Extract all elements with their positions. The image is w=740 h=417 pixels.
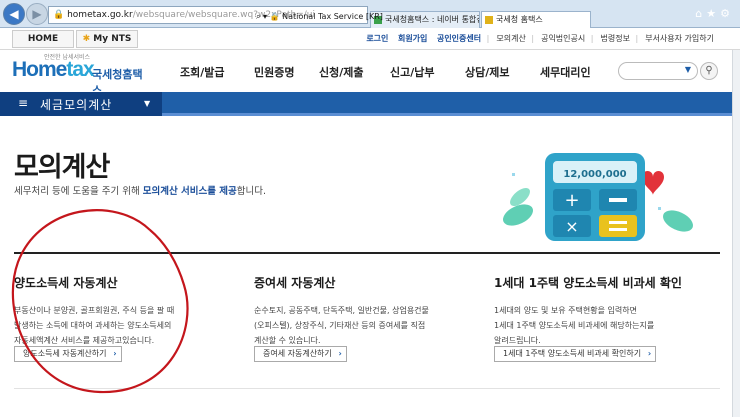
lock-icon: 🔒	[53, 10, 65, 20]
site-identity: ⌕ ▾ 🔒 National Tax Service [KR]	[256, 12, 383, 21]
logo-tax: tax	[66, 58, 94, 81]
equals-icon-bar	[609, 228, 627, 231]
desc-suffix: 합니다.	[236, 186, 266, 197]
section-description: 부동산이나 분양권, 골프회원권, 주식 등을 팔 때 발생하는 소득에 대하여…	[14, 306, 175, 345]
mock-calc-link[interactable]: 모의계산	[496, 34, 525, 43]
url-host: hometax.go.kr	[67, 10, 133, 20]
law-info-link[interactable]: 법령정보	[601, 34, 630, 43]
gift-tax-section: 증여세 자동계산 순수토지, 공동주택, 단독주택, 일반건물, 상업용건물 (…	[254, 274, 464, 348]
nav-consult-report[interactable]: 상담/제보	[465, 64, 510, 80]
times-icon: ×	[565, 217, 578, 236]
section-description: 1세대의 양도 및 보유 주택현황을 입력하면 1세대 1주택 양도소득세 비과…	[494, 306, 655, 345]
home-icon[interactable]: ⌂	[695, 7, 706, 20]
hometax-logo[interactable]: 안전한 납세서비스 Hometax 국세청홈택스	[12, 52, 152, 97]
plus-icon: +	[564, 190, 579, 211]
minus-icon	[609, 198, 627, 202]
tax-mock-calc-menu[interactable]: ≡ 세금모의계산 ▼	[0, 92, 162, 116]
vertical-scrollbar[interactable]	[732, 50, 740, 417]
nav-civil-certificates[interactable]: 민원증명	[254, 64, 294, 80]
footer-divider	[14, 388, 720, 389]
browser-tab-naver[interactable]: 국세청홈택스 : 네이버 통합검색	[370, 11, 480, 28]
my-nts-label: My NTS	[93, 34, 132, 44]
star-icon: ✱	[82, 34, 91, 44]
desc-highlight: 모의계산 서비스를 제공	[142, 186, 237, 197]
site-header: 안전한 납세서비스 Hometax 국세청홈택스 조회/발급 민원증명 신청/제…	[0, 50, 740, 97]
page-title: 모의계산	[14, 152, 110, 183]
settings-gear-icon[interactable]: ⚙	[720, 7, 734, 20]
search-icon[interactable]: ⚲	[700, 62, 718, 80]
hamburger-icon: ≡	[18, 96, 29, 110]
chevron-right-icon: ›	[647, 349, 652, 358]
one-house-exemption-section: 1세대 1주택 양도소득세 비과세 확인 1세대의 양도 및 보유 주택현황을 …	[494, 274, 724, 348]
chevron-down-icon: ▼	[144, 99, 151, 108]
forward-arrow-icon[interactable]: ▶	[26, 3, 48, 25]
nav-application-submission[interactable]: 신청/제출	[319, 64, 364, 80]
calculator-illustration: 12,000,000 + ×	[503, 153, 693, 241]
button-label: 증여세 자동계산하기	[263, 349, 332, 358]
heart-icon	[642, 171, 664, 195]
section-title: 증여세 자동계산	[254, 276, 336, 290]
page-description: 세무처리 등에 도움을 주기 위해 모의계산 서비스를 제공합니다.	[14, 183, 266, 197]
back-arrow-icon[interactable]: ◀	[3, 3, 25, 25]
section-title: 1세대 1주택 양도소득세 비과세 확인	[494, 276, 682, 290]
chevron-right-icon: ›	[338, 349, 342, 358]
calc-equals-key	[599, 215, 637, 237]
home-button[interactable]: HOME	[12, 30, 74, 48]
chevron-right-icon: ›	[113, 349, 117, 358]
logo-home: Home	[12, 58, 67, 81]
logo-wordmark: Hometax	[12, 58, 95, 82]
public-corp-link[interactable]: 공익법인공시	[541, 34, 585, 43]
section-title: 양도소득세 자동계산	[14, 276, 118, 290]
sub-nav-title: 세금모의계산	[40, 98, 113, 112]
utility-bar: HOME ✱ My NTS 로그인 회원가입 공인인증센터 | 모의계산 | 공익법…	[0, 28, 740, 50]
sparkle-icon	[658, 207, 661, 210]
button-label: 1세대 1주택 양도소득세 비과세 확인하기	[503, 349, 642, 358]
section-description: 순수토지, 공동주택, 단독주택, 일반건물, 상업용건물 (오피스텔), 상장…	[254, 306, 429, 345]
certificate-center-link[interactable]: 공인인증센터	[437, 34, 481, 43]
transfer-tax-section: 양도소득세 자동계산 부동산이나 분양권, 골프회원권, 주식 등을 팔 때 발…	[14, 274, 224, 348]
browser-tab-hometax[interactable]: 국세청 홈택스	[481, 11, 591, 28]
my-nts-button[interactable]: ✱ My NTS	[76, 30, 138, 48]
button-label: 양도소득세 자동계산하기	[23, 349, 107, 358]
sub-navigation-bar: ≡ 세금모의계산 ▼	[0, 92, 740, 116]
equals-icon	[609, 221, 627, 224]
transfer-tax-calc-button[interactable]: 양도소득세 자동계산하기 ›	[14, 346, 122, 362]
tab-label: 국세청홈택스 : 네이버 통합검색	[385, 15, 479, 24]
gift-tax-calc-button[interactable]: 증여세 자동계산하기 ›	[254, 346, 347, 362]
nav-filing-payment[interactable]: 신고/납부	[390, 64, 435, 80]
desc-prefix: 세무처리 등에 도움을 주기 위해	[14, 186, 143, 197]
browser-icons: ⌂★⚙	[695, 7, 734, 20]
search-input[interactable]: ▼	[618, 62, 698, 80]
tab-label: 국세청 홈택스	[496, 15, 543, 24]
favorites-star-icon[interactable]: ★	[706, 7, 720, 20]
login-link[interactable]: 로그인	[366, 34, 388, 43]
nav-tax-agent[interactable]: 세무대리인	[540, 64, 591, 80]
dropdown-arrow-icon: ▼	[684, 65, 691, 74]
one-house-exemption-button[interactable]: 1세대 1주택 양도소득세 비과세 확인하기 ›	[494, 346, 657, 362]
leaf-right-icon	[663, 210, 693, 232]
signup-link[interactable]: 회원가입	[398, 34, 427, 43]
section-divider	[14, 252, 720, 254]
site-identity-label: National Tax Service [KR]	[282, 12, 383, 21]
calculator-amount: 12,000,000	[563, 169, 626, 180]
sparkle-icon	[512, 173, 515, 176]
hometax-favicon-icon	[485, 16, 493, 24]
dept-user-signup-link[interactable]: 부서사용자 가입하기	[645, 34, 714, 43]
nav-inquiry-issuance[interactable]: 조회/발급	[180, 64, 225, 80]
page: { "browser": { "url_host": "hometax.go.k…	[0, 0, 740, 417]
utility-links: 로그인 회원가입 공인인증센터 | 모의계산 | 공익법인공시 | 법령정보 | 부서사…	[366, 34, 714, 43]
